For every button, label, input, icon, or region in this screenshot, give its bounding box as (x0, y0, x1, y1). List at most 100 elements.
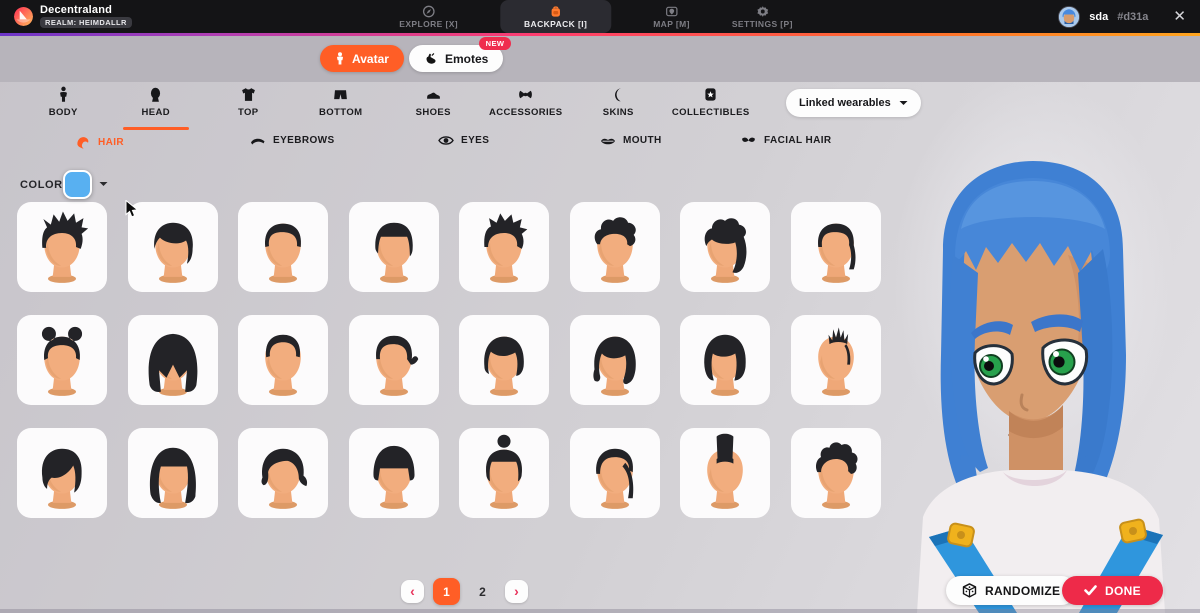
hair-item-side-fringe[interactable] (17, 428, 107, 518)
hair-item-shaggy[interactable] (238, 428, 328, 518)
bow-icon (517, 86, 534, 103)
hair-thumbnail (573, 318, 657, 402)
hair-item-bowl-cut[interactable] (349, 428, 439, 518)
close-icon[interactable]: ✕ (1173, 9, 1186, 24)
top-bar: Decentraland REALM: HEIMDALLR EXPLORE [X… (0, 0, 1200, 33)
hair-thumbnail (241, 318, 325, 402)
hair-thumbnail (683, 318, 767, 402)
subtab-label: FACIAL HAIR (764, 135, 832, 146)
hair-thumbnail (683, 431, 767, 515)
bottom-edge (0, 609, 1200, 613)
page-prev-button[interactable]: ‹ (401, 580, 424, 603)
main-nav: EXPLORE [X] BACKPACK [I] MAP [M] (399, 0, 793, 33)
page-2-button[interactable]: 2 (469, 578, 496, 605)
hair-item-double-buns[interactable] (17, 315, 107, 405)
hair-item-short-combed[interactable] (238, 202, 328, 292)
hair-item-bun-bangs[interactable] (459, 428, 549, 518)
hair-thumbnail (352, 431, 436, 515)
hair-thumbnail (573, 431, 657, 515)
shorts-icon (332, 86, 349, 103)
tab-label: BOTTOM (319, 107, 362, 118)
subtab-label: EYES (461, 135, 489, 146)
hair-item-bob-side[interactable] (459, 315, 549, 405)
hair-item-slick-back[interactable] (238, 315, 328, 405)
nav-map[interactable]: MAP [M] (653, 0, 690, 33)
color-swatch[interactable] (63, 170, 92, 199)
tab-label: ACCESSORIES (489, 107, 563, 118)
done-button[interactable]: DONE (1062, 576, 1163, 605)
tab-label: HEAD (141, 107, 170, 118)
hair-item-tall-top[interactable] (680, 428, 770, 518)
hair-item-curly-long[interactable] (680, 202, 770, 292)
map-icon (665, 5, 678, 18)
eye-icon (438, 135, 454, 146)
hair-item-long-straight[interactable] (128, 315, 218, 405)
page-1-button[interactable]: 1 (433, 578, 460, 605)
hair-thumbnail (241, 205, 325, 289)
mustache-icon (740, 136, 757, 145)
tab-collectibles[interactable]: COLLECTIBLES (665, 86, 758, 130)
emotes-tab-button[interactable]: Emotes NEW (409, 45, 503, 72)
nav-settings[interactable]: SETTINGS [P] (732, 0, 793, 33)
compass-icon (422, 5, 435, 18)
hair-item-full-bob[interactable] (680, 315, 770, 405)
chevron-down-icon (899, 100, 908, 106)
nav-label: EXPLORE [X] (399, 19, 458, 29)
page-next-button[interactable]: › (505, 580, 528, 603)
hair-thumbnail (352, 205, 436, 289)
tab-label: TOP (238, 107, 259, 118)
avatar-tab-button[interactable]: Avatar (320, 45, 404, 72)
subtab-hair[interactable]: HAIR (75, 135, 124, 150)
tab-label: BODY (49, 107, 78, 118)
subtab-eyes[interactable]: EYES (438, 135, 489, 146)
hair-item-messy-spiky[interactable] (459, 202, 549, 292)
avatar-preview[interactable] (865, 155, 1200, 613)
hair-item-wavy-back[interactable] (349, 315, 439, 405)
hair-thumbnail (131, 431, 215, 515)
dice-icon (962, 583, 977, 598)
hair-item-short-bangs[interactable] (349, 202, 439, 292)
hair-grid (17, 202, 881, 518)
hair-item-curly-top[interactable] (570, 202, 660, 292)
tab-top[interactable]: TOP (202, 86, 295, 130)
hair-thumbnail (462, 205, 546, 289)
hair-item-wavy-shoulder[interactable] (570, 315, 660, 405)
tab-label: SKINS (603, 107, 634, 118)
tab-head[interactable]: HEAD (110, 86, 203, 130)
linked-wearables-label: Linked wearables (799, 97, 891, 109)
subtab-eyebrows[interactable]: EYEBROWS (250, 135, 335, 146)
subtab-facial-hair[interactable]: FACIAL HAIR (740, 135, 832, 146)
hair-thumbnail (462, 318, 546, 402)
tab-shoes[interactable]: SHOES (387, 86, 480, 130)
done-label: DONE (1105, 584, 1141, 598)
chevron-down-icon[interactable] (99, 181, 108, 187)
hair-thumbnail (573, 205, 657, 289)
hair-item-side-swept[interactable] (128, 202, 218, 292)
hair-thumbnail (131, 318, 215, 402)
lips-icon (600, 136, 616, 146)
hair-item-long-bangs[interactable] (128, 428, 218, 518)
shoe-icon (425, 86, 442, 103)
nav-label: MAP [M] (653, 19, 690, 29)
tab-accessories[interactable]: ACCESSORIES (480, 86, 573, 130)
user-chip[interactable]: sda #d31a ✕ (1058, 6, 1186, 28)
tab-bottom[interactable]: BOTTOM (295, 86, 388, 130)
subtab-mouth[interactable]: MOUTH (600, 135, 662, 146)
backpack-screen: Decentraland REALM: HEIMDALLR EXPLORE [X… (0, 0, 1200, 613)
tab-body[interactable]: BODY (17, 86, 110, 130)
subtab-label: EYEBROWS (273, 135, 335, 146)
backpack-icon (549, 5, 562, 18)
nav-backpack[interactable]: BACKPACK [I] (500, 0, 611, 33)
decentraland-logo-icon (14, 7, 33, 26)
randomize-button[interactable]: RANDOMIZE (946, 576, 1076, 605)
hair-icon (75, 135, 91, 150)
hair-item-ponytail[interactable] (570, 428, 660, 518)
nav-explore[interactable]: EXPLORE [X] (399, 0, 458, 33)
tab-skins[interactable]: SKINS (572, 86, 665, 130)
person-icon (335, 52, 345, 65)
subtab-label: HAIR (98, 137, 124, 148)
brand-block: Decentraland REALM: HEIMDALLR (14, 5, 132, 28)
brand-name: Decentraland (40, 5, 132, 16)
hair-item-spiky[interactable] (17, 202, 107, 292)
linked-wearables-dropdown[interactable]: Linked wearables (786, 89, 921, 117)
